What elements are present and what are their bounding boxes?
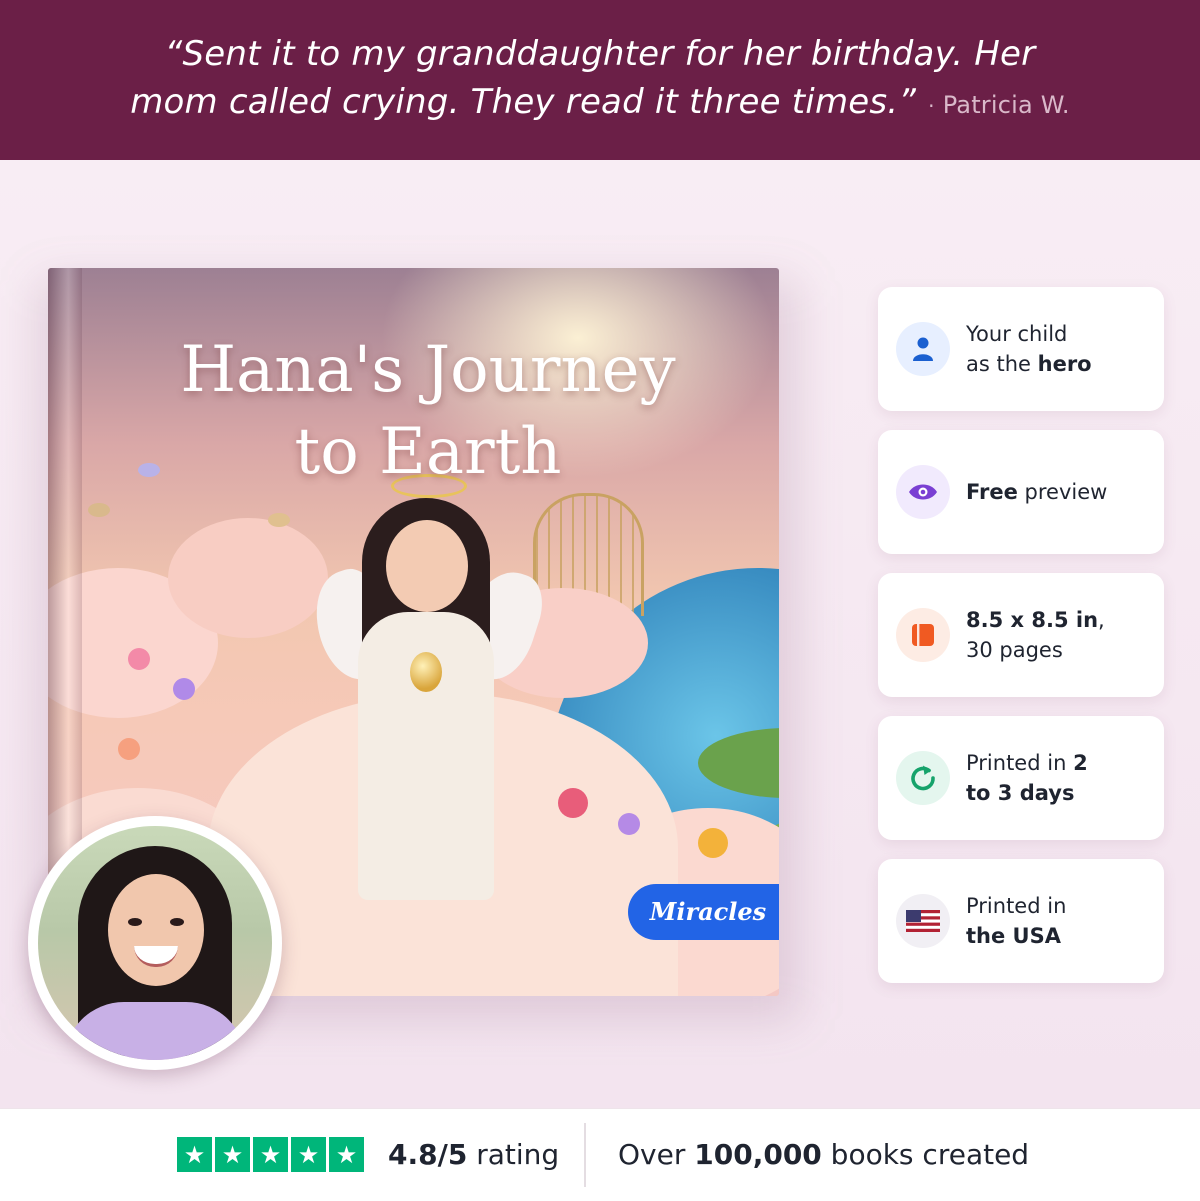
flower-shape: [118, 738, 140, 760]
feature-card-preview: Free preview: [878, 430, 1164, 554]
child-photo: [28, 816, 282, 1070]
feature-text-part: preview: [1017, 480, 1108, 504]
divider: [584, 1123, 586, 1187]
refresh-icon: [896, 751, 950, 805]
feature-text-bold: hero: [1037, 352, 1092, 376]
star-icon: ★: [215, 1137, 250, 1172]
star-icon: ★: [329, 1137, 364, 1172]
feature-card-size: 8.5 x 8.5 in, 30 pages: [878, 573, 1164, 697]
cloud-shape: [168, 518, 328, 638]
eye-icon: [896, 465, 950, 519]
flower-shape: [618, 813, 640, 835]
book-title-line-1: Hana's Journey: [180, 333, 676, 407]
flower-shape: [698, 828, 728, 858]
testimonial-banner: “Sent it to my granddaughter for her bir…: [0, 0, 1200, 160]
rating-value: 4.8/5: [388, 1138, 468, 1171]
angel-child-illustration: [302, 474, 552, 920]
feature-text: Printed in 2 to 3 days: [966, 716, 1156, 840]
feature-text: Your child as the hero: [966, 287, 1156, 411]
testimonial-quote-line-2: mom called crying. They read it three ti…: [130, 78, 1070, 130]
feature-card-hero: Your child as the hero: [878, 287, 1164, 411]
golden-egg-shape: [410, 652, 442, 692]
feature-line-1: Your child: [966, 322, 1068, 346]
book-icon: [896, 608, 950, 662]
flower-shape: [173, 678, 195, 700]
testimonial-author: Patricia W.: [942, 91, 1070, 119]
feature-card-printing-time: Printed in 2 to 3 days: [878, 716, 1164, 840]
testimonial-quote-line-1: “Sent it to my granddaughter for her bir…: [164, 34, 1036, 74]
feature-line-1: 8.5 x 8.5 in,: [966, 605, 1156, 635]
rating-text: 4.8/5 rating: [388, 1135, 559, 1175]
face-shape: [386, 520, 468, 612]
feature-text-part: ,: [1098, 608, 1105, 632]
feature-line-1: Free preview: [966, 477, 1156, 507]
star-icon: ★: [291, 1137, 326, 1172]
feature-text: Printed in the USA: [966, 859, 1156, 983]
flower-shape: [558, 788, 588, 818]
feature-text-part: as the: [966, 352, 1038, 376]
feature-text-bold: to 3 days: [966, 781, 1075, 805]
person-icon: [896, 322, 950, 376]
feature-line-2: the USA: [966, 921, 1156, 951]
star-icon: ★: [177, 1137, 212, 1172]
bird-shape: [88, 503, 110, 517]
star-icon: ★: [253, 1137, 288, 1172]
feature-line-1: Printed in: [966, 894, 1067, 918]
trustpilot-stars: ★ ★ ★ ★ ★: [177, 1137, 364, 1172]
photo-eye-shape: [128, 918, 142, 926]
child-photo-image: [38, 826, 272, 1060]
social-proof-bar: ★ ★ ★ ★ ★ 4.8/5 rating Over 100,000 book…: [0, 1108, 1200, 1201]
flower-shape: [128, 648, 150, 670]
testimonial-separator: ·: [928, 94, 935, 118]
feature-text-part: Printed in: [966, 751, 1074, 775]
feature-line-2: to 3 days: [966, 778, 1156, 808]
books-created-text: Over 100,000 books created: [618, 1135, 1029, 1175]
series-badge: Miracles: [628, 884, 779, 940]
feature-line-2: as the hero: [966, 349, 1156, 379]
feature-text-bold: Free: [966, 480, 1018, 504]
bird-shape: [138, 463, 160, 477]
created-count: 100,000: [694, 1138, 822, 1171]
created-suffix: books created: [821, 1138, 1030, 1171]
feature-text-bold: 2: [1073, 751, 1088, 775]
feature-line-1: Printed in 2: [966, 748, 1156, 778]
land-shape: [698, 728, 779, 798]
us-flag-icon: [896, 894, 950, 948]
photo-shirt-shape: [64, 1002, 246, 1060]
photo-eye-shape: [170, 918, 184, 926]
rating-label: rating: [467, 1138, 560, 1171]
feature-card-usa: Printed in the USA: [878, 859, 1164, 983]
feature-text-bold: the USA: [966, 924, 1061, 948]
created-prefix: Over: [618, 1138, 695, 1171]
feature-text: 8.5 x 8.5 in, 30 pages: [966, 573, 1156, 697]
feature-text-bold: 8.5 x 8.5 in: [966, 608, 1099, 632]
photo-face-shape: [108, 874, 204, 986]
bird-shape: [268, 513, 290, 527]
book-title-line-2: to Earth: [294, 415, 562, 489]
feature-text: Free preview: [966, 430, 1156, 554]
feature-line-2: 30 pages: [966, 638, 1063, 662]
testimonial-quote-text: mom called crying. They read it three ti…: [130, 82, 917, 122]
